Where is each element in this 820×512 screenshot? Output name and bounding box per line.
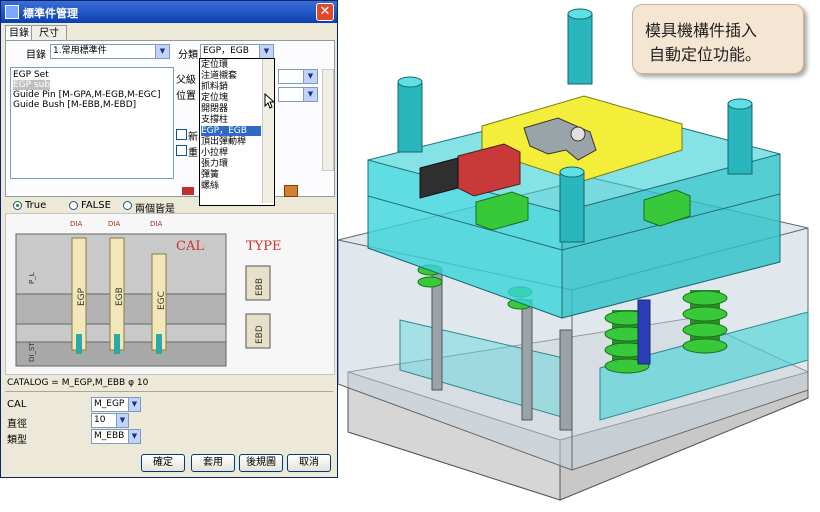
feature-callout: 模具機構件插入 自動定位功能。 [632,4,804,74]
reset-checkbox-label: 重 [188,148,198,159]
true-radio-label: True [25,200,47,211]
chevron-down-icon[interactable]: ▼ [128,430,140,443]
dropdown-option[interactable]: 小拉桿 [201,148,261,158]
both-radio[interactable] [123,201,132,210]
cancel-button[interactable]: 取消 [287,454,331,472]
new-checkbox-label: 新 [188,132,198,143]
cal-field-label: CAL [7,399,27,410]
part-preview-diagram: DIA DIA DIA P_L DI_ST EGP EGB EGC CAL TY… [5,213,335,375]
parent-label: 父級 [176,75,196,86]
diameter-value: 10 [94,415,106,425]
dist-label: DI_ST [28,342,36,362]
dropdown-option[interactable]: 彈簧 [201,170,261,180]
dropdown-option[interactable]: 注道襯套 [201,71,261,81]
type-select[interactable]: M_EBB ▼ [91,429,141,444]
chevron-down-icon[interactable]: ▼ [116,414,128,427]
pin-name-egb: EGB [115,287,125,306]
catalog-line: CATALOG = M_EGP,M_EBB φ 10 [7,378,149,388]
list-item[interactable]: EGP Set [13,70,49,80]
catalog-panel: 目錄 1.常用標準件 ▼ 分類 EGP，EGB ▼ EGP Set EGP su… [5,40,335,197]
catalog-value: 1.常用標準件 [53,46,107,56]
cal-value: M_EGP [94,399,125,409]
false-radio[interactable] [69,201,78,210]
image-icon[interactable] [284,185,298,197]
tab-size[interactable]: 尺寸 [31,25,67,41]
divider [5,391,333,392]
dropdown-scrollbar[interactable] [262,59,274,203]
dia-label: DIA [108,220,120,228]
dia-label: DIA [70,220,82,228]
parts-list[interactable]: EGP Set EGP sub Guide Pin [M-GPA,M-EGB,M… [10,67,174,179]
flag-icon[interactable] [182,187,194,195]
parent-select[interactable]: ▼ [278,69,318,84]
mouse-cursor-icon [264,93,274,109]
dialog-title: 標準件管理 [23,7,78,20]
new-checkbox[interactable] [176,129,187,140]
type-label: 類型 [7,435,27,446]
chevron-down-icon[interactable]: ▼ [259,45,273,58]
callout-line-2: 自動定位功能。 [649,45,762,64]
pl-label: P_L [28,272,36,284]
list-item[interactable]: Guide Bush [M-EBB,M-EBD] [13,100,136,110]
cal-select[interactable]: M_EGP ▼ [91,397,141,412]
dropdown-option[interactable]: 定位塊 [201,93,261,103]
position-select[interactable]: ▼ [278,87,318,102]
dropdown-option[interactable]: 支撐柱 [201,115,261,125]
pin-name-egc: EGC [157,291,167,310]
dropdown-option[interactable]: 張力環 [201,159,261,169]
dropdown-option-selected[interactable]: EGP，EGB [201,126,261,136]
type-ebb-label: EBB [255,278,265,296]
catalog-select[interactable]: 1.常用標準件 ▼ [50,44,170,59]
dialog-titlebar[interactable]: 標準件管理 ✕ [1,1,337,23]
chevron-down-icon[interactable]: ▼ [155,45,169,58]
category-dropdown-list[interactable]: 定位環 注道襯套 抓料銷 定位塊 開閉器 支撐柱 EGP，EGB 頂出彈動桿 小… [199,58,275,206]
list-item[interactable]: Guide Pin [M-GPA,M-EGB,M-EGC] [13,90,160,100]
category-label: 分類 [178,50,198,61]
ok-button[interactable]: 確定 [141,454,185,472]
pin-drawing: DIA DIA DIA P_L DI_ST EGP EGB EGC CAL TY… [15,220,282,367]
callout-line-1: 模具機構件插入 [645,21,758,40]
catalog-label: 目錄 [26,50,46,61]
standard-parts-dialog: 標準件管理 ✕ 目錄 尺寸 目錄 1.常用標準件 ▼ 分類 EGP，EGB ▼ … [0,0,338,478]
dia-label: DIA [150,220,162,228]
app-icon [5,5,19,19]
chevron-down-icon[interactable]: ▼ [303,70,317,83]
cal-heading: CAL [176,239,204,254]
pin-name-egp: EGP [77,287,87,306]
reset-checkbox[interactable] [176,145,187,156]
back-view-button[interactable]: 後規圖 [239,454,283,472]
dropdown-option[interactable]: 開閉器 [201,104,261,114]
false-radio-label: FALSE [81,200,111,211]
type-ebd-label: EBD [255,325,265,344]
chevron-down-icon[interactable]: ▼ [303,88,317,101]
dropdown-option[interactable]: 頂出彈動桿 [201,137,261,147]
diameter-label: 直徑 [7,419,27,430]
tab-catalog[interactable]: 目錄 [5,25,33,41]
true-radio[interactable] [13,201,22,210]
right-scrollbar[interactable] [322,69,334,171]
category-value: EGP，EGB [203,46,249,56]
apply-button[interactable]: 套用 [191,454,235,472]
dropdown-option[interactable]: 定位環 [201,60,261,70]
type-heading: TYPE [246,239,282,254]
diameter-select[interactable]: 10 ▼ [91,413,129,428]
category-select[interactable]: EGP，EGB ▼ [200,44,274,59]
dropdown-option[interactable]: 螺絲 [201,181,261,191]
position-label: 位置 [176,91,196,102]
list-item[interactable]: EGP sub [13,80,51,90]
chevron-down-icon[interactable]: ▼ [128,398,140,411]
type-value: M_EBB [94,431,125,441]
close-button[interactable]: ✕ [316,3,334,21]
dropdown-option[interactable]: 抓料銷 [201,82,261,92]
